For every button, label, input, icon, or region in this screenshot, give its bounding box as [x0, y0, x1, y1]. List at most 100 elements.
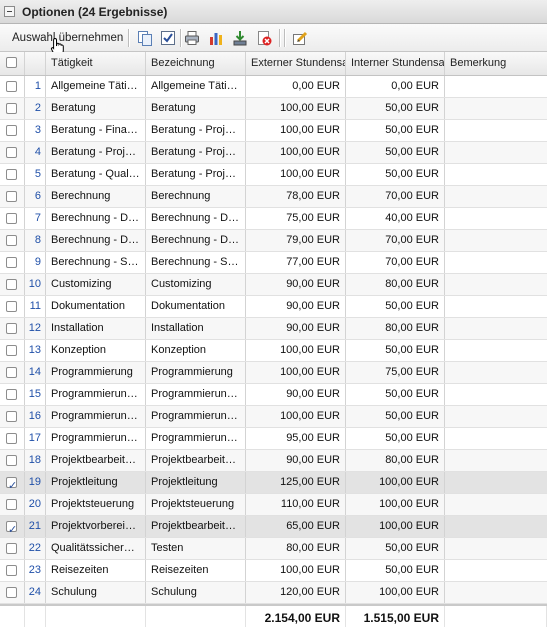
row-select-cell[interactable] [0, 472, 25, 493]
row-select-cell[interactable] [0, 406, 25, 427]
table-row[interactable]: 1 Allgemeine Täti… Allgemeine Täti… 0,00 EU… [0, 76, 547, 98]
row-checkbox[interactable] [6, 475, 17, 493]
row-checkbox[interactable] [6, 345, 17, 356]
row-select-cell[interactable] [0, 560, 25, 581]
row-checkbox[interactable] [6, 433, 17, 444]
edit-icon[interactable] [292, 30, 308, 46]
delete-icon[interactable] [256, 30, 272, 46]
cell-bemerkung [445, 98, 547, 119]
row-checkbox[interactable] [6, 323, 17, 334]
cell-bezeichnung: Programmierun… [146, 406, 246, 427]
row-select-cell[interactable] [0, 340, 25, 361]
table-row[interactable]: 5 Beratung - Qual… Beratung - Proj… 100,00 … [0, 164, 547, 186]
header-bezeichnung[interactable]: Bezeichnung [146, 52, 246, 75]
row-select-cell[interactable] [0, 494, 25, 515]
row-select-cell[interactable] [0, 120, 25, 141]
row-checkbox[interactable] [6, 367, 17, 378]
row-checkbox[interactable] [6, 543, 17, 554]
row-checkbox[interactable] [6, 235, 17, 246]
row-checkbox[interactable] [6, 455, 17, 466]
row-select-cell[interactable] [0, 230, 25, 251]
row-checkbox[interactable] [6, 499, 17, 510]
table-row[interactable]: 17 Programmierun… Programmierun… 95,00 EUR 5… [0, 428, 547, 450]
row-select-cell[interactable] [0, 208, 25, 229]
row-number: 6 [25, 186, 46, 207]
collapse-icon[interactable] [4, 6, 15, 17]
cell-interner-stundensatz: 100,00 EUR [346, 494, 445, 515]
table-row[interactable]: 8 Berechnung - D… Berechnung - D… 79,00 EUR… [0, 230, 547, 252]
row-checkbox[interactable] [6, 389, 17, 400]
row-select-cell[interactable] [0, 164, 25, 185]
download-icon[interactable] [232, 30, 248, 46]
row-select-cell[interactable] [0, 274, 25, 295]
cell-externer-stundensatz: 110,00 EUR [246, 494, 346, 515]
row-select-cell[interactable] [0, 450, 25, 471]
header-externer-stundensatz[interactable]: Externer Stundensa [246, 52, 346, 75]
table-row[interactable]: 12 Installation Installation 90,00 EUR 80,00… [0, 318, 547, 340]
check-all-icon[interactable] [160, 30, 176, 46]
select-all-checkbox[interactable] [6, 57, 17, 68]
row-checkbox[interactable] [6, 301, 17, 312]
table-row[interactable]: 21Projektvorberei…Projektbearbeit…65,00 … [0, 516, 547, 538]
apply-selection-button[interactable]: Auswahl übernehmen [12, 32, 123, 44]
table-row[interactable]: 6 Berechnung Berechnung 78,00 EUR 70,00 EUR [0, 186, 547, 208]
row-checkbox[interactable] [6, 519, 17, 537]
table-row[interactable]: 19ProjektleitungProjektleitung125,00 EUR… [0, 472, 547, 494]
header-select-all[interactable] [0, 52, 25, 75]
table-row[interactable]: 7 Berechnung - D… Berechnung - D… 75,00 EUR… [0, 208, 547, 230]
copy-icon[interactable] [137, 30, 153, 46]
cell-bezeichnung: Installation [146, 318, 246, 339]
table-row[interactable]: 23 Reisezeiten Reisezeiten 100,00 EUR 50,00 … [0, 560, 547, 582]
row-select-cell[interactable] [0, 582, 25, 603]
chart-icon[interactable] [208, 30, 224, 46]
print-icon[interactable] [184, 30, 200, 46]
table-row[interactable]: 20 Projektsteuerung Projektsteuerung 110,00… [0, 494, 547, 516]
table-row[interactable]: 18 Projektbearbeit… Projektbearbeit… 90,00 … [0, 450, 547, 472]
table-row[interactable]: 24 Schulung Schulung 120,00 EUR 100,00 EUR [0, 582, 547, 604]
header-interner-stundensatz[interactable]: Interner Stundensa [346, 52, 445, 75]
row-select-cell[interactable] [0, 384, 25, 405]
row-checkbox[interactable] [6, 125, 17, 136]
row-select-cell[interactable] [0, 142, 25, 163]
row-checkbox[interactable] [6, 279, 17, 290]
table-row[interactable]: 3 Beratung - Fina… Beratung - Proj… 100,00 … [0, 120, 547, 142]
row-checkbox[interactable] [6, 565, 17, 576]
table-row[interactable]: 10 Customizing Customizing 90,00 EUR 80,00 E… [0, 274, 547, 296]
table-row[interactable]: 15 Programmierun… Programmierun… 90,00 EUR 5… [0, 384, 547, 406]
row-checkbox[interactable] [6, 191, 17, 202]
cell-bemerkung [445, 582, 547, 603]
table-row[interactable]: 14 Programmierung Programmierung 100,00 EUR… [0, 362, 547, 384]
row-checkbox[interactable] [6, 81, 17, 92]
row-checkbox[interactable] [6, 257, 17, 268]
row-select-cell[interactable] [0, 98, 25, 119]
table-row[interactable]: 22 Qualitätssicher… Testen 80,00 EUR 50,00 E… [0, 538, 547, 560]
table-row[interactable]: 11 Dokumentation Dokumentation 90,00 EUR 50,… [0, 296, 547, 318]
table-row[interactable]: 16 Programmierun… Programmierun… 100,00 EUR… [0, 406, 547, 428]
header-taetigkeit[interactable]: Tätigkeit [46, 52, 146, 75]
cell-bezeichnung: Testen [146, 538, 246, 559]
row-select-cell[interactable] [0, 318, 25, 339]
table-row[interactable]: 4 Beratung - Proj… Beratung - Proj… 100,00 … [0, 142, 547, 164]
row-checkbox[interactable] [6, 587, 17, 598]
row-checkbox[interactable] [6, 147, 17, 158]
cell-bezeichnung: Konzeption [146, 340, 246, 361]
row-number: 16 [25, 406, 46, 427]
row-select-cell[interactable] [0, 362, 25, 383]
cell-bemerkung [445, 384, 547, 405]
row-checkbox[interactable] [6, 169, 17, 180]
table-row[interactable]: 13 Konzeption Konzeption 100,00 EUR 50,00 EU… [0, 340, 547, 362]
row-checkbox[interactable] [6, 103, 17, 114]
row-checkbox[interactable] [6, 411, 17, 422]
row-checkbox[interactable] [6, 213, 17, 224]
table-row[interactable]: 9 Berechnung - St… Berechnung - St… 77,00 E… [0, 252, 547, 274]
row-select-cell[interactable] [0, 516, 25, 537]
row-select-cell[interactable] [0, 252, 25, 273]
row-select-cell[interactable] [0, 428, 25, 449]
row-select-cell[interactable] [0, 538, 25, 559]
table-row[interactable]: 2 Beratung Beratung 100,00 EUR 50,00 EUR [0, 98, 547, 120]
row-select-cell[interactable] [0, 296, 25, 317]
row-select-cell[interactable] [0, 76, 25, 97]
row-select-cell[interactable] [0, 186, 25, 207]
header-bemerkung[interactable]: Bemerkung [445, 52, 547, 75]
cell-bezeichnung: Reisezeiten [146, 560, 246, 581]
